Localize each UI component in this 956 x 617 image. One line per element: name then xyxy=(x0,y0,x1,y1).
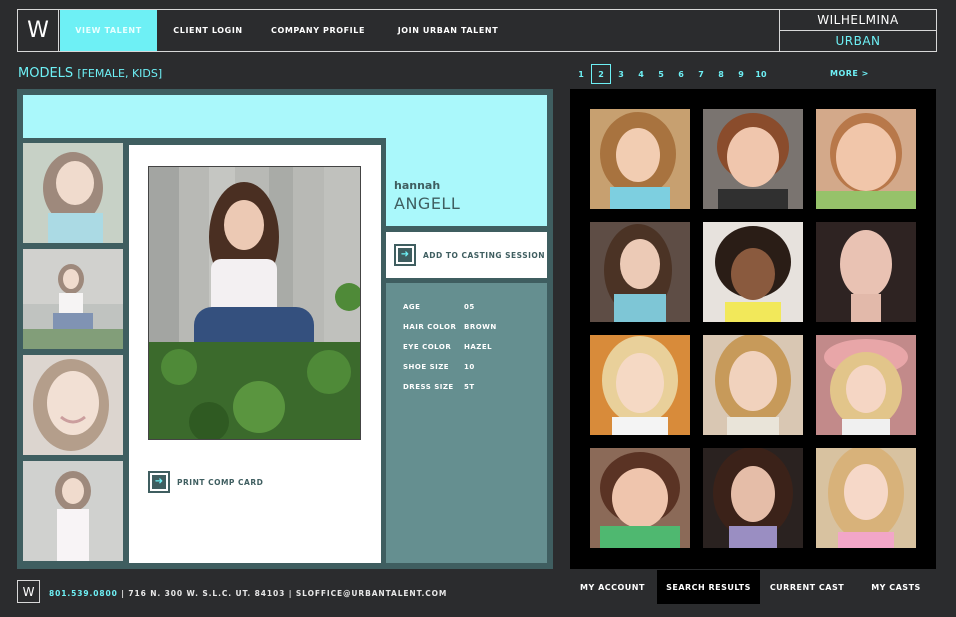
page-7[interactable]: 7 xyxy=(691,64,711,84)
page-title: MODELS [FEMALE, KIDS] xyxy=(18,66,162,81)
nav-view-talent[interactable]: VIEW TALENT xyxy=(60,10,157,51)
page-2-current[interactable]: 2 xyxy=(591,64,611,84)
nav-client-login[interactable]: CLIENT LOGIN xyxy=(168,10,248,51)
first-name: hannah xyxy=(394,179,441,192)
result-photo[interactable] xyxy=(703,335,803,435)
result-photo[interactable] xyxy=(590,448,690,548)
footer-phone: 801.539.0800 xyxy=(49,589,118,598)
name-box: hannah ANGELL xyxy=(386,138,547,226)
thumbnail-strip xyxy=(23,143,123,567)
result-photo[interactable] xyxy=(703,448,803,548)
result-photo[interactable] xyxy=(816,448,916,548)
panel-header-bar xyxy=(23,95,547,138)
stat-row: AGE 05 xyxy=(386,297,547,317)
result-photo[interactable] xyxy=(590,109,690,209)
nav-my-account[interactable]: MY ACCOUNT xyxy=(570,570,655,604)
page-1[interactable]: 1 xyxy=(571,64,591,84)
stats-panel: AGE 05 HAIR COLOR BROWN EYE COLOR HAZEL SHO… xyxy=(386,283,547,563)
add-to-casting-label: ADD TO CASTING SESSION xyxy=(423,250,546,260)
result-photo[interactable] xyxy=(816,109,916,209)
page-3[interactable]: 3 xyxy=(611,64,631,84)
nav-current-cast[interactable]: CURRENT CAST xyxy=(762,570,852,604)
thumbnail-1[interactable] xyxy=(23,143,123,243)
result-photo[interactable] xyxy=(703,109,803,209)
last-name: ANGELL xyxy=(394,194,461,213)
stat-value: 10 xyxy=(464,363,475,371)
page-8[interactable]: 8 xyxy=(711,64,731,84)
stat-row: EYE COLOR HAZEL xyxy=(386,337,547,357)
result-photo[interactable] xyxy=(590,222,690,322)
pagination: 1 2 3 4 5 6 7 8 9 10 xyxy=(571,64,771,84)
stat-value: HAZEL xyxy=(464,343,493,351)
stat-key: EYE COLOR xyxy=(403,343,452,351)
page-4[interactable]: 4 xyxy=(631,64,651,84)
result-photo[interactable] xyxy=(816,335,916,435)
more-link[interactable]: MORE > xyxy=(830,69,869,78)
stat-key: HAIR COLOR xyxy=(403,323,457,331)
photo-area: ➜ PRINT COMP CARD xyxy=(129,145,381,563)
footer-logo[interactable]: W xyxy=(17,580,40,603)
thumbnail-3[interactable] xyxy=(23,355,123,455)
stat-row: DRESS SIZE 5T xyxy=(386,377,547,397)
logo[interactable]: W xyxy=(18,10,59,51)
nav-join-urban-talent[interactable]: JOIN URBAN TALENT xyxy=(393,10,503,51)
print-comp-card-button[interactable]: ➜ PRINT COMP CARD xyxy=(148,471,263,493)
footer-contact: 801.539.0800 | 716 N. 300 W. S.L.C. UT. … xyxy=(49,589,447,598)
thumbnail-4[interactable] xyxy=(23,461,123,561)
page-5[interactable]: 5 xyxy=(651,64,671,84)
result-photo[interactable] xyxy=(816,222,916,322)
nav-my-casts[interactable]: MY CASTS xyxy=(856,570,936,604)
results-grid xyxy=(570,89,936,569)
stat-key: SHOE SIZE xyxy=(403,363,450,371)
arrow-right-icon: ➜ xyxy=(148,471,170,493)
footer-address: | 716 N. 300 W. S.L.C. UT. 84103 | SLOFF… xyxy=(117,589,448,598)
result-photo[interactable] xyxy=(590,335,690,435)
stat-value: BROWN xyxy=(464,323,497,331)
thumbnail-2[interactable] xyxy=(23,249,123,349)
profile-panel: ➜ PRINT COMP CARD hannah ANGELL ➜ ADD TO… xyxy=(17,89,553,569)
add-to-casting-button[interactable]: ➜ ADD TO CASTING SESSION xyxy=(386,232,547,278)
arrow-right-icon: ➜ xyxy=(394,244,416,266)
top-bar: W VIEW TALENT CLIENT LOGIN COMPANY PROFI… xyxy=(17,9,937,52)
stat-key: DRESS SIZE xyxy=(403,383,454,391)
result-photo[interactable] xyxy=(703,222,803,322)
stat-row: HAIR COLOR BROWN xyxy=(386,317,547,337)
nav-search-results[interactable]: SEARCH RESULTS xyxy=(657,570,760,604)
page-9[interactable]: 9 xyxy=(731,64,751,84)
page-filter: [FEMALE, KIDS] xyxy=(77,67,163,80)
page-10[interactable]: 10 xyxy=(751,64,771,84)
main-photo xyxy=(148,166,361,440)
page-6[interactable]: 6 xyxy=(671,64,691,84)
brand-urban[interactable]: URBAN xyxy=(780,31,936,51)
stat-key: AGE xyxy=(403,303,421,311)
stat-value: 05 xyxy=(464,303,475,311)
stat-row: SHOE SIZE 10 xyxy=(386,357,547,377)
brand-wilhelmina[interactable]: WILHELMINA xyxy=(780,10,936,31)
nav-company-profile[interactable]: COMPANY PROFILE xyxy=(268,10,368,51)
print-comp-card-label: PRINT COMP CARD xyxy=(177,477,264,487)
page-title-text: MODELS xyxy=(18,66,74,81)
brand-box: WILHELMINA URBAN xyxy=(779,10,936,51)
stat-value: 5T xyxy=(464,383,475,391)
